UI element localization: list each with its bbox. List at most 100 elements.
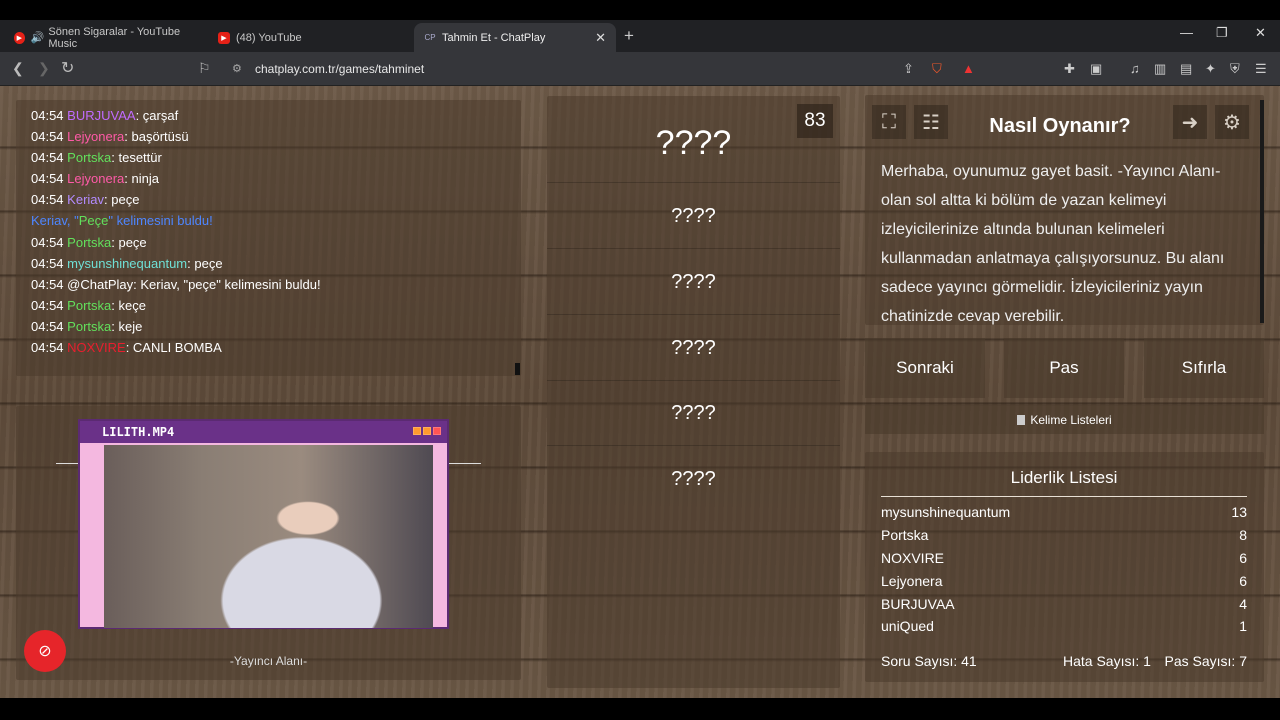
game-page: 04:54 BURJUVAA: çarşaf 04:54 Lejyonera: … bbox=[0, 86, 1280, 698]
chat-message: 04:54 Portska: keje bbox=[31, 319, 143, 334]
word-divider bbox=[547, 380, 840, 381]
chat-message: 04:54 NOXVIRE: CANLI BOMBA bbox=[31, 340, 222, 355]
leaderboard-row: NOXVIRE 6 bbox=[881, 550, 1247, 566]
pass-count: Pas Sayısı: 7 bbox=[1164, 653, 1247, 669]
chat-message: 04:54 @ChatPlay: Keriav, "peçe" kelimesi… bbox=[31, 277, 321, 292]
sidebar-icon[interactable]: ▥ bbox=[1154, 61, 1166, 77]
word-divider bbox=[547, 445, 840, 446]
extensions-icon[interactable]: ✚ bbox=[1064, 61, 1075, 77]
chat-message: 04:54 Keriav: peçe bbox=[31, 192, 140, 207]
taboo-word: ???? bbox=[671, 468, 716, 490]
how-to-play-title: Nasıl Oynanır? bbox=[989, 115, 1131, 137]
divider-line bbox=[56, 463, 80, 464]
maximize-icon bbox=[423, 427, 431, 435]
system-found-message: Keriav, "Peçe" kelimesini buldu! bbox=[31, 213, 213, 228]
how-to-play-panel: ⛶ ☷ Nasıl Oynanır? ➜ ⚙ Merhaba, oyunumuz… bbox=[865, 95, 1264, 325]
share-icon[interactable]: ⇪ bbox=[903, 61, 914, 77]
chat-message: 04:54 Portska: tesettür bbox=[31, 150, 162, 165]
tab-youtube-music[interactable]: ▶ 🔊 Sönen Sigaralar - YouTube Music bbox=[4, 23, 204, 52]
webcam-titlebar: LILITH.MP4 bbox=[80, 421, 447, 443]
webcam-video bbox=[104, 445, 433, 628]
minimize-icon[interactable]: — bbox=[1180, 25, 1193, 40]
reset-button[interactable]: Sıfırla bbox=[1144, 338, 1264, 398]
bottom-black-bar bbox=[0, 698, 1280, 720]
fullscreen-icon[interactable]: ⛶ bbox=[872, 105, 906, 139]
tab-title: Tahmin Et - ChatPlay bbox=[442, 31, 546, 44]
address-bar[interactable]: ⚙ chatplay.com.tr/games/tahminet bbox=[222, 56, 990, 82]
chat-scrollbar[interactable] bbox=[515, 363, 520, 375]
site-settings-icon[interactable]: ⚙ bbox=[232, 62, 242, 75]
top-black-bar bbox=[0, 0, 1280, 20]
url-text: chatplay.com.tr/games/tahminet bbox=[255, 62, 425, 76]
chat-panel: 04:54 BURJUVAA: çarşaf 04:54 Lejyonera: … bbox=[16, 100, 521, 376]
leaderboard-title: Liderlik Listesi bbox=[881, 468, 1247, 497]
speaker-icon: 🔊 bbox=[30, 32, 45, 44]
word-divider bbox=[547, 248, 840, 249]
bookmark-icon[interactable]: ⚐ bbox=[198, 60, 211, 77]
chat-message: 04:54 Lejyonera: başörtüsü bbox=[31, 129, 189, 144]
exit-icon[interactable]: ➜ bbox=[1173, 105, 1207, 139]
leaderboard-row: Portska 8 bbox=[881, 527, 1247, 543]
tab-strip: ▶ 🔊 Sönen Sigaralar - YouTube Music ▶ (4… bbox=[0, 20, 1280, 52]
target-word: ???? bbox=[655, 124, 732, 162]
document-icon bbox=[1017, 414, 1026, 425]
leaderboard-row: Lejyonera 6 bbox=[881, 573, 1247, 589]
taboo-word: ???? bbox=[671, 402, 716, 424]
back-icon[interactable]: ❮ bbox=[12, 60, 24, 77]
wallet-icon[interactable]: ▤ bbox=[1180, 61, 1192, 77]
webcam-overlay: LILITH.MP4 bbox=[78, 419, 449, 629]
leaderboard-panel: Liderlik Listesi mysunshinequantum 13 Por… bbox=[865, 452, 1264, 682]
chat-message: 04:54 mysunshinequantum: peçe bbox=[31, 256, 223, 271]
taboo-word: ???? bbox=[671, 337, 716, 359]
chat-message: 04:54 Lejyonera: ninja bbox=[31, 171, 159, 186]
screenshot-icon[interactable]: ▣ bbox=[1090, 61, 1102, 77]
youtube-icon: ▶ bbox=[218, 31, 230, 44]
brave-shield-icon[interactable]: ⛉ bbox=[932, 61, 942, 77]
leaderboard-row: uniQued 1 bbox=[881, 618, 1247, 634]
settings-gear-icon[interactable]: ⚙ bbox=[1215, 105, 1249, 139]
youtube-music-icon: ▶ bbox=[14, 31, 25, 44]
tab-youtube[interactable]: ▶ (48) YouTube bbox=[208, 23, 408, 52]
word-lists-label: Kelime Listeleri bbox=[1030, 412, 1112, 427]
word-card-panel: 83 ???? ???? ???? ???? ???? ???? bbox=[547, 96, 840, 688]
window-buttons bbox=[413, 427, 441, 435]
word-lists-button[interactable]: Kelime Listeleri bbox=[865, 405, 1264, 434]
taboo-word: ???? bbox=[671, 271, 716, 293]
leaderboard-row: mysunshinequantum 13 bbox=[881, 504, 1247, 520]
vpn-icon[interactable]: ⛨ bbox=[1230, 61, 1240, 77]
taboo-word: ???? bbox=[671, 205, 716, 227]
new-tab-button[interactable]: + bbox=[624, 26, 634, 46]
tab-title: (48) YouTube bbox=[236, 31, 302, 44]
word-divider bbox=[547, 182, 840, 183]
streamer-area-panel: LILITH.MP4 ⊘ -Yayıncı Alanı- bbox=[16, 406, 521, 680]
minimize-icon bbox=[413, 427, 421, 435]
how-to-play-scrollbar[interactable] bbox=[1260, 100, 1264, 323]
forward-icon[interactable]: ❯ bbox=[38, 60, 50, 77]
menu-icon[interactable]: ☰ bbox=[1255, 61, 1267, 77]
streamer-area-label: -Yayıncı Alanı- bbox=[229, 654, 308, 668]
close-icon bbox=[433, 427, 441, 435]
tab-chatplay[interactable]: CP Tahmin Et - ChatPlay ✕ bbox=[414, 23, 616, 52]
word-divider bbox=[547, 314, 840, 315]
next-button[interactable]: Sonraki bbox=[865, 338, 985, 398]
close-tab-icon[interactable]: ✕ bbox=[595, 30, 606, 46]
leo-ai-icon[interactable]: ✦ bbox=[1205, 61, 1216, 77]
brave-rewards-icon[interactable]: ▲ bbox=[962, 61, 975, 76]
divider-line bbox=[449, 463, 481, 464]
restore-icon[interactable]: ❐ bbox=[1216, 25, 1228, 41]
notes-icon[interactable]: ☷ bbox=[914, 105, 948, 139]
reload-icon[interactable]: ↻ bbox=[61, 58, 74, 78]
chat-message: 04:54 Portska: peçe bbox=[31, 235, 147, 250]
pass-button[interactable]: Pas bbox=[1004, 338, 1124, 398]
music-icon[interactable]: ♫ bbox=[1130, 61, 1140, 76]
leaderboard-row: BURJUVAA 4 bbox=[881, 596, 1247, 612]
close-window-icon[interactable]: ✕ bbox=[1255, 25, 1266, 41]
how-to-play-text: Merhaba, oyunumuz gayet basit. -Yayıncı … bbox=[881, 163, 1225, 325]
error-count: Hata Sayısı: 1 bbox=[1063, 653, 1151, 669]
tab-title: Sönen Sigaralar - YouTube Music bbox=[48, 25, 181, 50]
chat-message: 04:54 Portska: keçe bbox=[31, 298, 146, 313]
chat-message: 04:54 BURJUVAA: çarşaf bbox=[31, 108, 179, 123]
webcam-title: LILITH.MP4 bbox=[102, 425, 175, 439]
question-count: Soru Sayısı: 41 bbox=[881, 653, 977, 669]
navigation-bar: ❮ ❯ ↻ ⚐ ⚙ chatplay.com.tr/games/tahminet… bbox=[0, 52, 1280, 86]
